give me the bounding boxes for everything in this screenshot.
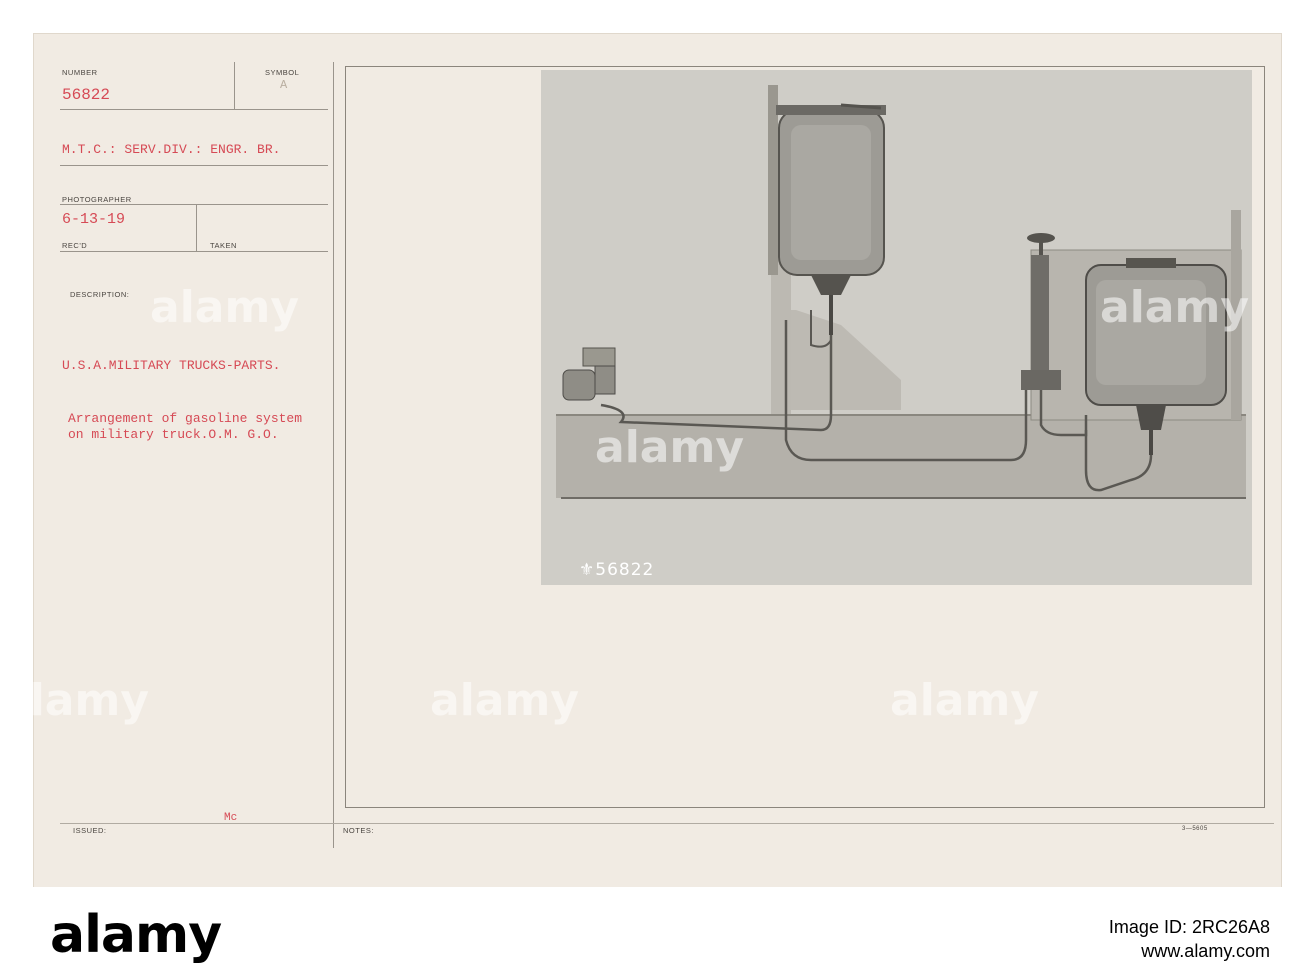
header-divider-v1 [234,62,235,110]
description-title: U.S.A.MILITARY TRUCKS-PARTS. [62,358,281,373]
recd-label: REC'D [62,241,88,250]
image-meta: Image ID: 2RC26A8 www.alamy.com [1109,915,1270,963]
issued-label: ISSUED: [73,826,107,835]
taken-label: TAKEN [210,241,237,250]
symbol-mark-icon: ⚜ [579,560,596,580]
description-label: DESCRIPTION: [70,290,130,299]
unit-line: M.T.C.: SERV.DIV.: ENGR. BR. [62,142,281,157]
symbol-label: SYMBOL [265,68,300,77]
header-divider-h1 [60,109,328,110]
card-column-divider [333,62,334,848]
symbol-value: A [280,78,288,92]
photographer-label: PHOTOGRAPHER [62,195,132,204]
footer-rule [60,823,1274,824]
header-divider-h3 [60,204,328,205]
watermark: alamy [595,422,744,473]
date-value: 6-13-19 [62,211,126,228]
caption-line-2: on military truck.O.M. G.O. [68,427,279,442]
negative-number: ⚜56822 [579,560,654,580]
header-divider-h4 [60,251,328,252]
watermark: alamy [0,675,149,726]
form-number: 3—5605 [1182,826,1208,832]
site-url[interactable]: www.alamy.com [1109,939,1270,963]
header-divider-v2 [196,204,197,252]
number-label: NUMBER [62,68,98,77]
watermark: alamy [150,282,299,333]
watermark: alamy [890,675,1039,726]
number-value: 56822 [62,86,111,104]
watermark: alamy [430,675,579,726]
issued-initials: Mc [224,812,238,824]
image-id: Image ID: 2RC26A8 [1108,917,1270,937]
notes-label: NOTES: [343,826,374,835]
watermark: alamy [1100,282,1249,333]
alamy-logo[interactable]: alamy [50,905,222,965]
negative-number-text: 56822 [595,560,655,580]
caption-line-1: Arrangement of gasoline system [68,411,303,426]
header-divider-h2 [60,165,328,166]
